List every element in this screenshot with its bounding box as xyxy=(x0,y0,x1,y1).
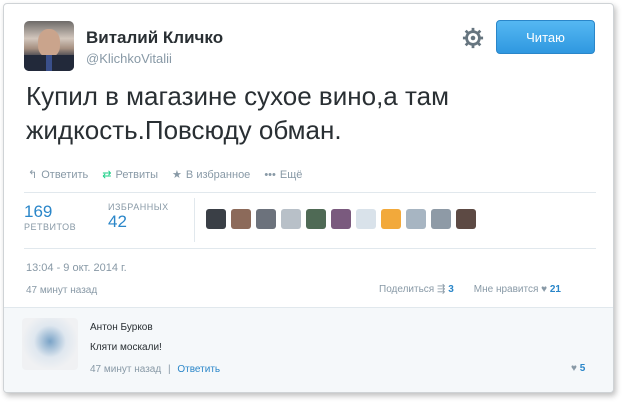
share-button[interactable]: Поделиться ⇶ 3 xyxy=(379,284,454,295)
retweets-stat[interactable]: 169 РЕТВИТОВ xyxy=(24,202,76,232)
reply-author[interactable]: Антон Бурков xyxy=(90,322,153,333)
retweet-label: Ретвиты xyxy=(115,168,159,181)
tweet-text-line-2: жидкость.Повсюду обман. xyxy=(26,115,342,145)
favoriter-avatar[interactable] xyxy=(456,209,476,229)
user-avatar[interactable] xyxy=(24,21,74,71)
reply-item: Антон Бурков Кляти москали! 47 минут наз… xyxy=(4,307,613,392)
reply-meta: 47 минут назад | Ответить xyxy=(90,364,220,375)
tweet-card: Виталий Кличко @KlichkoVitalii Читаю Куп… xyxy=(3,3,614,393)
heart-icon: ♥ xyxy=(541,284,548,295)
user-handle[interactable]: @KlichkoVitalii xyxy=(86,51,172,66)
favoriter-avatar[interactable] xyxy=(331,209,351,229)
more-button[interactable]: ••• Ещё xyxy=(264,169,302,181)
divider xyxy=(24,248,596,249)
time-ago: 47 минут назад xyxy=(26,285,97,296)
like-button[interactable]: Мне нравится ♥ 21 xyxy=(474,284,561,295)
reply-likes-count: 5 xyxy=(579,363,586,374)
time-ago-text: 47 минут назад xyxy=(26,285,98,296)
reply-separator: | xyxy=(167,364,171,375)
reply-reply-link[interactable]: Ответить xyxy=(177,364,220,375)
favorites-stat[interactable]: ИЗБРАННЫХ 42 xyxy=(108,202,169,232)
favoriter-avatar[interactable] xyxy=(231,209,251,229)
favoriter-avatar[interactable] xyxy=(356,209,376,229)
favoriter-avatar[interactable] xyxy=(431,209,451,229)
gear-icon[interactable] xyxy=(462,27,484,49)
divider xyxy=(194,198,195,242)
more-icon: ••• xyxy=(264,168,276,181)
favoriter-avatar[interactable] xyxy=(381,209,401,229)
tweet-text: Купил в магазине сухое вино,а там жидкос… xyxy=(26,79,596,147)
favoriters-avatars xyxy=(206,209,476,229)
favorite-label: В избранное xyxy=(185,168,251,181)
likes-label: Мне нравится xyxy=(473,284,539,295)
tweet-timestamp[interactable]: 13:04 - 9 окт. 2014 г. xyxy=(26,262,127,274)
favoriter-avatar[interactable] xyxy=(206,209,226,229)
share-icon: ⇶ xyxy=(437,284,446,295)
retweets-label: РЕТВИТОВ xyxy=(24,222,77,232)
favoriter-avatar[interactable] xyxy=(406,209,426,229)
retweet-icon: ⇄ xyxy=(102,169,112,181)
share-label: Поделиться xyxy=(379,284,435,295)
heart-icon: ♥ xyxy=(571,363,577,374)
likes-count: 21 xyxy=(549,284,561,295)
favorite-button[interactable]: ★ В избранное xyxy=(172,168,251,182)
retweet-button[interactable]: ⇄ Ретвиты xyxy=(102,168,159,182)
reply-time[interactable]: 47 минут назад xyxy=(90,364,161,375)
more-label: Ещё xyxy=(279,168,303,181)
favoriter-avatar[interactable] xyxy=(256,209,276,229)
tweet-actions: ↰ Ответить ⇄ Ретвиты ★ В избранное ••• Ещё xyxy=(28,168,302,182)
divider xyxy=(24,192,596,193)
retweets-count: 169 xyxy=(24,202,53,221)
user-name[interactable]: Виталий Кличко xyxy=(86,28,223,48)
favoriter-avatar[interactable] xyxy=(281,209,301,229)
reply-button[interactable]: ↰ Ответить xyxy=(28,168,89,182)
favoriter-avatar[interactable] xyxy=(306,209,326,229)
reply-likes[interactable]: ♥ 5 xyxy=(571,363,585,374)
favorites-label: ИЗБРАННЫХ xyxy=(108,202,169,212)
star-icon: ★ xyxy=(172,169,182,181)
share-count: 3 xyxy=(448,284,454,295)
follow-button[interactable]: Читаю xyxy=(496,20,595,54)
reply-icon: ↰ xyxy=(28,169,38,181)
reply-avatar[interactable] xyxy=(22,318,78,370)
reply-label: Ответить xyxy=(41,168,89,181)
tweet-text-line-1: Купил в магазине сухое вино,а там xyxy=(26,81,449,111)
share-bar: Поделиться ⇶ 3 Мне нравится ♥ 21 xyxy=(379,284,561,295)
favorites-count: 42 xyxy=(108,212,127,231)
reply-text: Кляти москали! xyxy=(90,342,162,353)
